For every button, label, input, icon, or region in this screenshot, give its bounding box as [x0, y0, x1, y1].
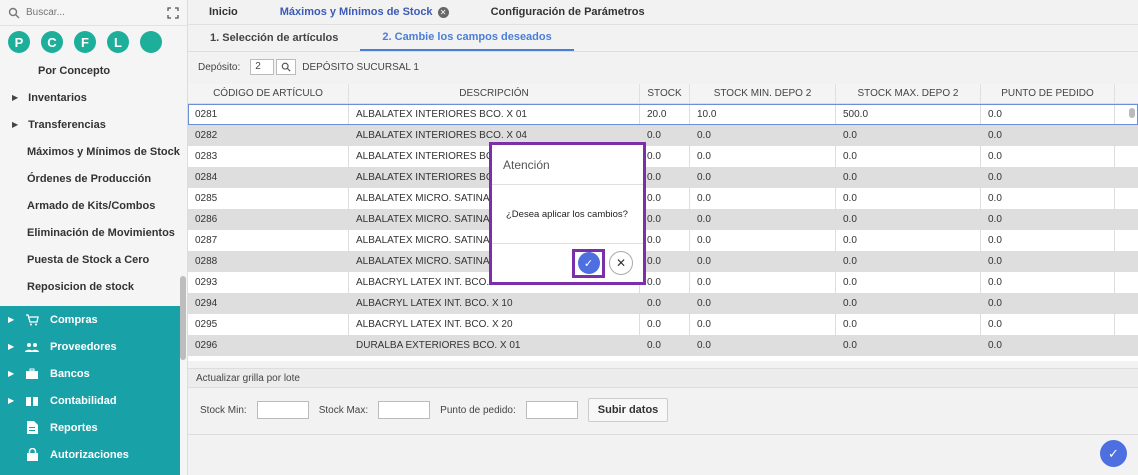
cancel-button[interactable]: ✕ — [609, 251, 633, 275]
ok-button[interactable]: ✓ — [577, 252, 600, 274]
check-icon: ✓ — [583, 257, 594, 270]
confirm-dialog: Atención ¿Desea aplicar los cambios? ✓ ✕ — [489, 142, 646, 285]
ok-highlight: ✓ — [572, 248, 605, 278]
dialog-footer: ✓ ✕ — [492, 244, 643, 282]
dialog-message: ¿Desea aplicar los cambios? — [492, 185, 643, 244]
dialog-title: Atención — [492, 145, 643, 185]
close-icon: ✕ — [615, 256, 627, 270]
